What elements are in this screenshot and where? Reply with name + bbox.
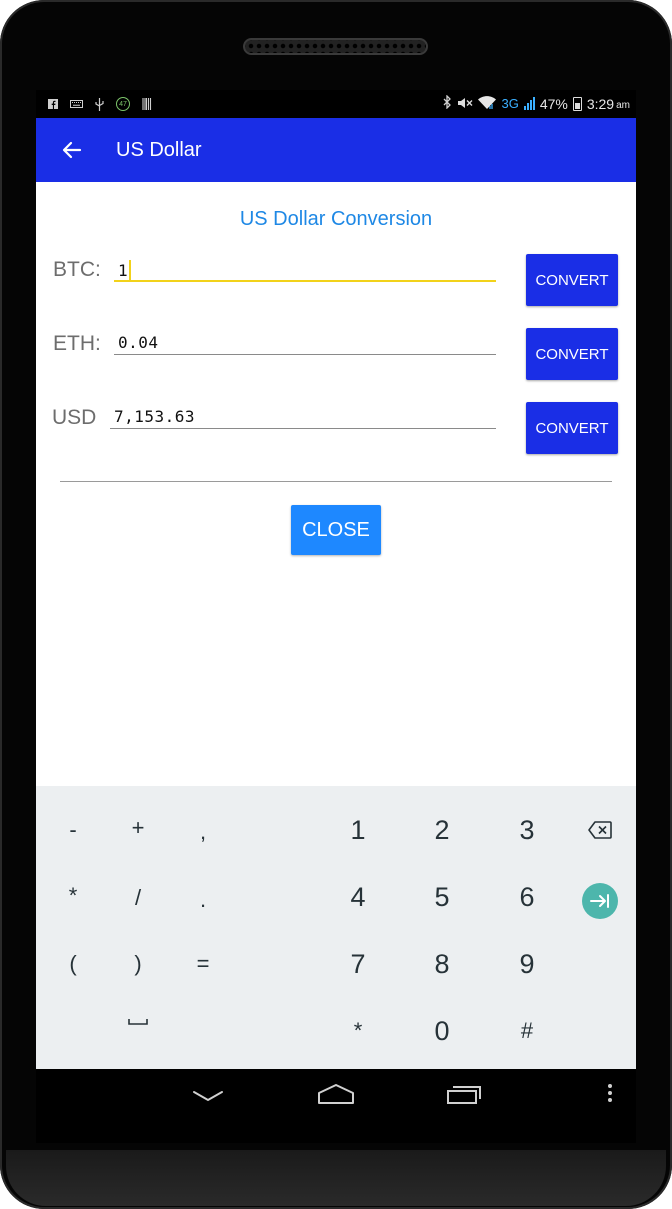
tab-next-icon: [590, 894, 609, 908]
hide-keyboard-icon[interactable]: [192, 1089, 224, 1108]
key-period[interactable]: .: [173, 870, 233, 930]
usd-label: USD: [52, 406, 97, 429]
barcode-icon: [142, 98, 152, 110]
network-type: 3G: [501, 96, 519, 111]
back-arrow-icon[interactable]: [58, 136, 86, 164]
bluetooth-icon: [443, 94, 452, 112]
system-nav-bar: [36, 1069, 636, 1143]
usb-icon: [95, 97, 104, 111]
device-screen: 47 3G 47% 3:29 am US Dollar US Dollar Co…: [36, 90, 636, 1143]
btc-input-value: 1: [118, 261, 129, 280]
backspace-key[interactable]: [570, 800, 630, 860]
clock-ampm: am: [616, 99, 630, 111]
eth-input[interactable]: 0.04: [114, 325, 496, 355]
key-2[interactable]: 2: [412, 800, 472, 860]
conversion-panel: US Dollar Conversion BTC: 1 CONVERT ETH:…: [36, 182, 636, 786]
key-6[interactable]: 6: [497, 867, 557, 927]
signal-icon: [523, 97, 535, 110]
btc-input[interactable]: 1: [114, 252, 496, 282]
keyboard-icon: [70, 100, 83, 108]
btc-label: BTC:: [53, 258, 101, 281]
facebook-icon: [48, 99, 58, 109]
home-icon[interactable]: [317, 1083, 355, 1110]
key-0[interactable]: 0: [412, 1001, 472, 1061]
eth-convert-button[interactable]: CONVERT: [526, 328, 618, 380]
recent-apps-icon[interactable]: [446, 1083, 482, 1110]
key-equals[interactable]: =: [173, 934, 233, 994]
key-open-paren[interactable]: (: [43, 934, 103, 994]
battery-icon: [572, 96, 582, 111]
key-hash[interactable]: #: [497, 1001, 557, 1061]
mute-icon: [457, 96, 473, 112]
key-minus[interactable]: -: [43, 800, 103, 860]
key-space[interactable]: [108, 992, 168, 1052]
conversion-title: US Dollar Conversion: [239, 208, 433, 230]
key-8[interactable]: 8: [412, 934, 472, 994]
notification-badge-icon: 47: [116, 97, 130, 111]
key-slash[interactable]: /: [108, 868, 168, 928]
usd-input[interactable]: 7,153.63: [110, 399, 496, 429]
status-bar: 47 3G 47% 3:29 am: [36, 90, 636, 118]
divider: [60, 481, 612, 482]
overflow-menu-icon[interactable]: [606, 1083, 614, 1110]
key-5[interactable]: 5: [412, 867, 472, 927]
usd-convert-button[interactable]: CONVERT: [526, 402, 618, 454]
clock-time: 3:29: [586, 95, 615, 112]
close-button[interactable]: CLOSE: [291, 505, 381, 555]
key-4[interactable]: 4: [328, 867, 388, 927]
key-9[interactable]: 9: [497, 934, 557, 994]
text-caret: [129, 260, 132, 280]
key-1[interactable]: 1: [328, 800, 388, 860]
key-star[interactable]: *: [328, 1001, 388, 1061]
key-asterisk[interactable]: *: [43, 866, 103, 926]
key-close-paren[interactable]: ): [108, 934, 168, 994]
space-bar-icon: [128, 1019, 148, 1025]
btc-convert-button[interactable]: CONVERT: [526, 254, 618, 306]
phone-chin: [6, 1150, 666, 1206]
key-7[interactable]: 7: [328, 934, 388, 994]
key-comma[interactable]: ,: [173, 802, 233, 862]
speaker-grille: [243, 38, 428, 55]
app-bar: US Dollar: [36, 118, 636, 182]
next-key[interactable]: [582, 883, 618, 919]
key-3[interactable]: 3: [497, 800, 557, 860]
battery-percent: 47%: [539, 95, 568, 112]
key-plus[interactable]: +: [108, 798, 168, 858]
app-bar-title: US Dollar: [116, 139, 202, 161]
phone-frame: 47 3G 47% 3:29 am US Dollar US Dollar Co…: [0, 0, 672, 1209]
numeric-keyboard: - + , * / . ( ) = 1 2 3 4 5 6 7 8 9 * 0 …: [36, 786, 636, 1069]
backspace-icon: [588, 821, 612, 839]
wifi-icon: [478, 95, 497, 112]
eth-label: ETH:: [53, 332, 101, 355]
